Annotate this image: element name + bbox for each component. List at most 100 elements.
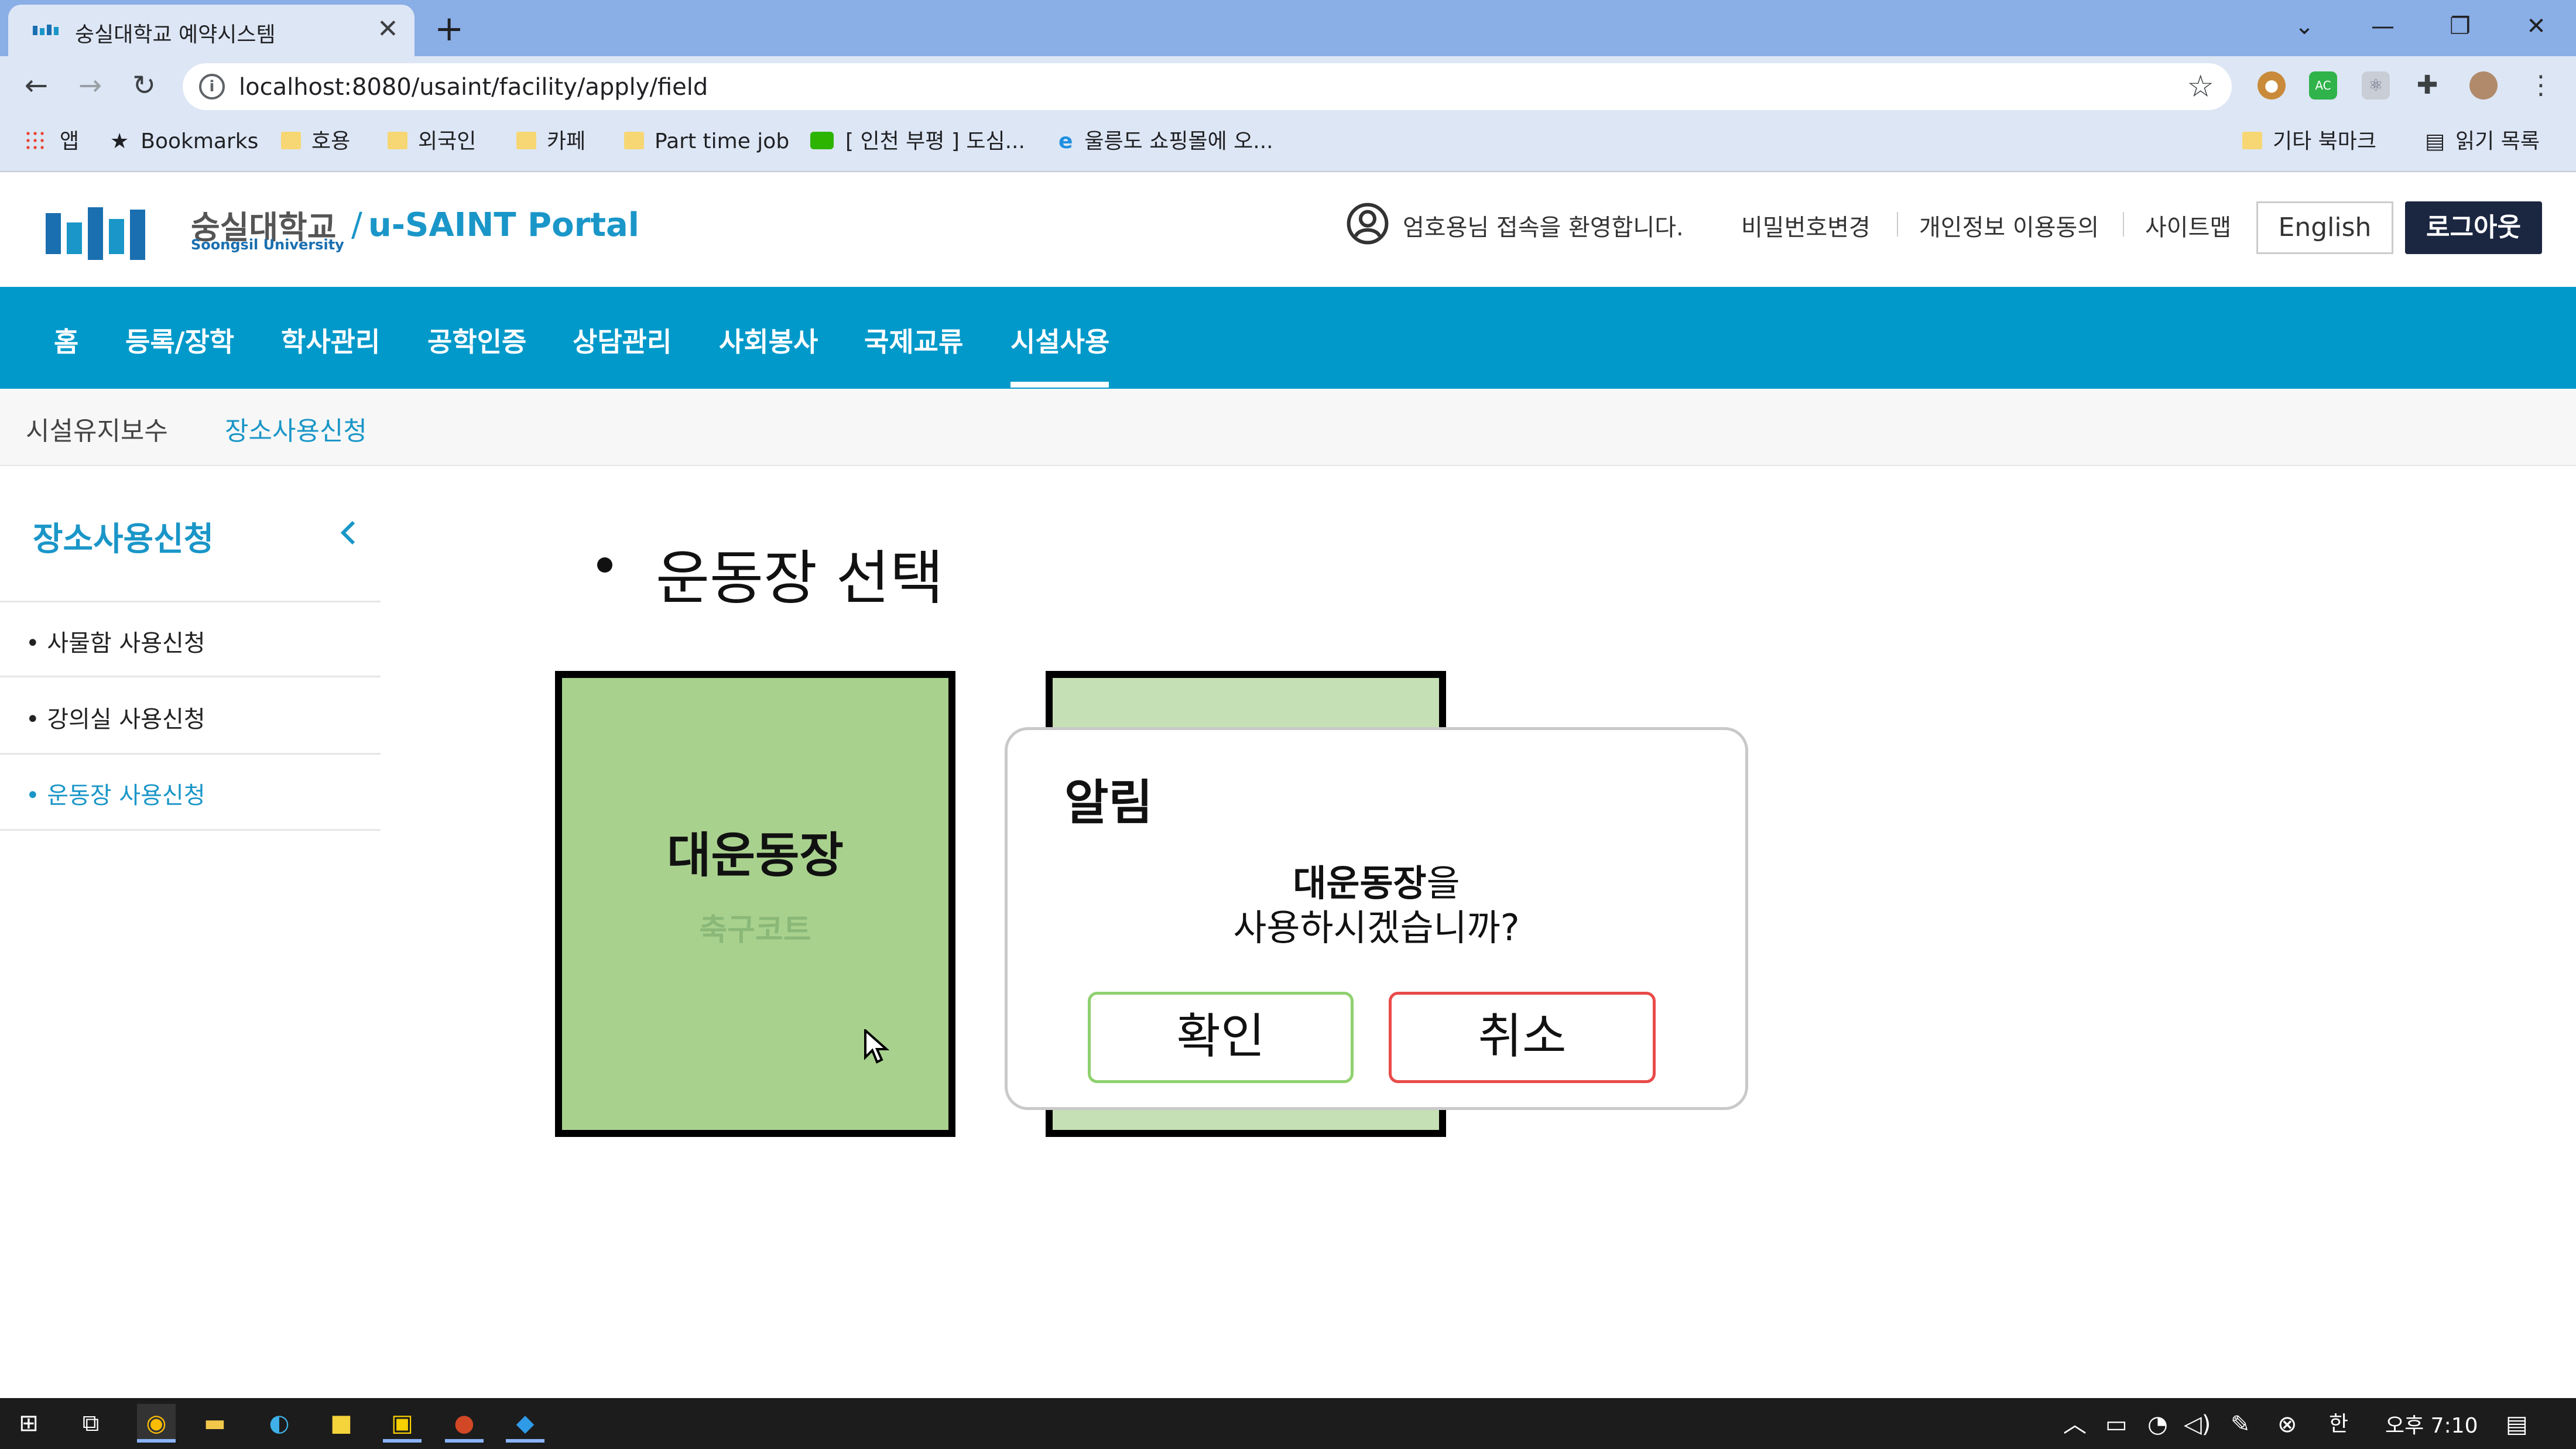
confirm-button[interactable]: 확인 bbox=[1088, 992, 1354, 1083]
tray-overflow-icon[interactable]: ︿ bbox=[2063, 1410, 2087, 1439]
ac-extension-icon[interactable]: AC bbox=[2309, 71, 2337, 100]
subnav-space-apply[interactable]: 장소사용신청 bbox=[225, 410, 367, 447]
bookmark-folder-cafe[interactable]: 카페 bbox=[516, 125, 585, 158]
folder-icon bbox=[516, 132, 536, 149]
notification-icon[interactable]: ▤ bbox=[2506, 1410, 2528, 1439]
bookmark-star-icon[interactable]: ☆ bbox=[2187, 69, 2214, 104]
nav-academic[interactable]: 학사관리 bbox=[281, 321, 380, 359]
privacy-consent-link[interactable]: 개인정보 이용동의 bbox=[1919, 208, 2099, 242]
apps-grid-icon bbox=[25, 130, 46, 151]
vscode-icon[interactable]: ◆ bbox=[506, 1404, 544, 1443]
sidebar-collapse-chevron-icon[interactable] bbox=[331, 515, 366, 550]
nav-active-indicator bbox=[1010, 382, 1109, 388]
browser-menu-icon[interactable]: ⋮ bbox=[2527, 71, 2555, 100]
folder-icon bbox=[624, 132, 644, 149]
tray-status-icon[interactable]: ⊗ bbox=[2277, 1410, 2297, 1439]
bookmark-apps[interactable]: 앱 bbox=[25, 125, 79, 158]
sidebar-item-field[interactable]: • 운동장 사용신청 bbox=[26, 776, 205, 810]
nav-registration[interactable]: 등록/장학 bbox=[125, 321, 234, 359]
kakaotalk-icon[interactable]: ▣ bbox=[383, 1404, 422, 1443]
restore-icon[interactable]: ❐ bbox=[2437, 6, 2483, 47]
tab-search-icon[interactable]: ⌄ bbox=[2281, 6, 2328, 47]
reading-list[interactable]: ▤ 읽기 목록 bbox=[2425, 125, 2540, 158]
mouse-cursor-icon bbox=[864, 1029, 890, 1064]
sitemap-link[interactable]: 사이트맵 bbox=[2145, 208, 2231, 242]
taskbar-clock[interactable]: 오후 7:10 bbox=[2385, 1409, 2478, 1439]
ime-indicator[interactable]: 한 bbox=[2329, 1410, 2348, 1439]
field-card-main[interactable] bbox=[555, 671, 955, 1137]
subnav-maintenance[interactable]: 시설유지보수 bbox=[26, 410, 168, 447]
bookmark-other[interactable]: 기타 북마크 bbox=[2242, 125, 2376, 158]
main-nav bbox=[0, 287, 2576, 389]
pen-icon[interactable]: ✎ bbox=[2231, 1410, 2250, 1439]
header-divider bbox=[1897, 212, 1898, 237]
tab-close-icon[interactable]: ✕ bbox=[377, 16, 399, 42]
logout-button[interactable]: 로그아웃 bbox=[2405, 201, 2542, 254]
sidebar-title: 장소사용신청 bbox=[33, 520, 214, 559]
bookmark-blog[interactable]: [ 인천 부평 ] 도심... bbox=[810, 125, 1025, 158]
folder-icon bbox=[388, 132, 407, 149]
wifi-icon[interactable]: ◔ bbox=[2147, 1410, 2168, 1439]
site-info-icon[interactable]: i bbox=[199, 74, 225, 100]
volume-icon[interactable]: ◁) bbox=[2184, 1410, 2211, 1439]
header-divider bbox=[2123, 212, 2124, 237]
chrome-taskbar-icon[interactable]: ◉ bbox=[137, 1404, 176, 1443]
nav-volunteer[interactable]: 사회봉사 bbox=[719, 321, 818, 359]
university-name-en: Soongsil University bbox=[191, 237, 344, 253]
minimize-icon[interactable]: — bbox=[2359, 6, 2406, 47]
english-button[interactable]: English bbox=[2256, 201, 2393, 254]
react-extension-icon[interactable]: ⚛ bbox=[2362, 71, 2390, 100]
window-close-icon[interactable]: ✕ bbox=[2513, 6, 2560, 47]
nav-international[interactable]: 국제교류 bbox=[864, 321, 963, 359]
title-bullet bbox=[597, 557, 612, 573]
nav-counseling[interactable]: 상담관리 bbox=[573, 321, 672, 359]
bookmark-folder-foreigner[interactable]: 외국인 bbox=[388, 125, 476, 158]
powerpoint-icon[interactable]: ● bbox=[445, 1404, 484, 1443]
sidebar-divider bbox=[0, 829, 381, 831]
windows-start-icon[interactable]: ⊞ bbox=[9, 1404, 48, 1443]
folder-icon bbox=[281, 132, 301, 149]
field-card-subtitle: 축구코트 bbox=[699, 913, 811, 948]
forward-icon[interactable]: → bbox=[73, 69, 108, 102]
file-explorer-icon[interactable]: ▬ bbox=[196, 1404, 234, 1443]
sidebar-item-classroom[interactable]: • 강의실 사용신청 bbox=[26, 700, 205, 734]
task-view-icon[interactable]: ⧉ bbox=[71, 1404, 110, 1443]
ssu-favicon-icon bbox=[33, 25, 59, 35]
welcome-text: 엄호용님 접속을 환영합니다. bbox=[1403, 214, 1684, 241]
bookmark-ie[interactable]: e 울릉도 쇼핑몰에 오... bbox=[1059, 125, 1273, 158]
tab-title: 숭실대학교 예약시스템 bbox=[75, 23, 276, 47]
edge-icon[interactable]: ◐ bbox=[260, 1404, 299, 1443]
nav-engineering[interactable]: 공학인증 bbox=[427, 321, 526, 359]
new-tab-icon[interactable]: + bbox=[434, 8, 464, 49]
change-password-link[interactable]: 비밀번호변경 bbox=[1741, 208, 1871, 242]
profile-avatar[interactable] bbox=[2469, 71, 2498, 100]
cookie-extension-icon[interactable]: ● bbox=[2258, 71, 2286, 100]
page-title: 운동장 선택 bbox=[656, 544, 944, 612]
address-url[interactable]: localhost:8080/usaint/facility/apply/fie… bbox=[239, 74, 708, 101]
sticky-notes-icon[interactable]: ■ bbox=[322, 1404, 361, 1443]
blog-icon bbox=[810, 132, 834, 149]
sidebar-divider bbox=[0, 753, 381, 755]
sidebar-item-locker[interactable]: • 사물함 사용신청 bbox=[26, 624, 205, 658]
browser-tab[interactable]: 숭실대학교 예약시스템 ✕ bbox=[8, 5, 415, 56]
sub-nav bbox=[0, 389, 2576, 466]
battery-icon[interactable]: ▭ bbox=[2105, 1410, 2128, 1439]
field-card-name: 대운동장 bbox=[667, 828, 844, 883]
sidebar-divider bbox=[0, 601, 381, 602]
reading-list-icon: ▤ bbox=[2425, 129, 2445, 153]
back-icon[interactable]: ← bbox=[19, 69, 54, 102]
extensions-puzzle-icon[interactable]: ✚ bbox=[2413, 71, 2441, 100]
bookmark-bookmarks[interactable]: ★ Bookmarks bbox=[110, 125, 258, 158]
nav-home[interactable]: 홈 bbox=[54, 321, 78, 359]
star-icon: ★ bbox=[110, 129, 129, 153]
bookmark-folder-hoyong[interactable]: 호용 bbox=[281, 125, 350, 158]
bookmark-folder-parttime[interactable]: Part time job bbox=[624, 125, 789, 158]
cancel-button[interactable]: 취소 bbox=[1389, 992, 1656, 1083]
portal-title[interactable]: / u-SAINT Portal bbox=[351, 206, 639, 244]
folder-icon bbox=[2242, 132, 2262, 149]
dialog-message-line2: 사용하시겠습니까? bbox=[1233, 906, 1520, 949]
bookmarks-bar bbox=[0, 115, 2576, 172]
address-bar[interactable]: i localhost:8080/usaint/facility/apply/f… bbox=[183, 63, 2232, 110]
nav-facility[interactable]: 시설사용 bbox=[1010, 321, 1109, 359]
reload-icon[interactable]: ↻ bbox=[126, 69, 162, 102]
